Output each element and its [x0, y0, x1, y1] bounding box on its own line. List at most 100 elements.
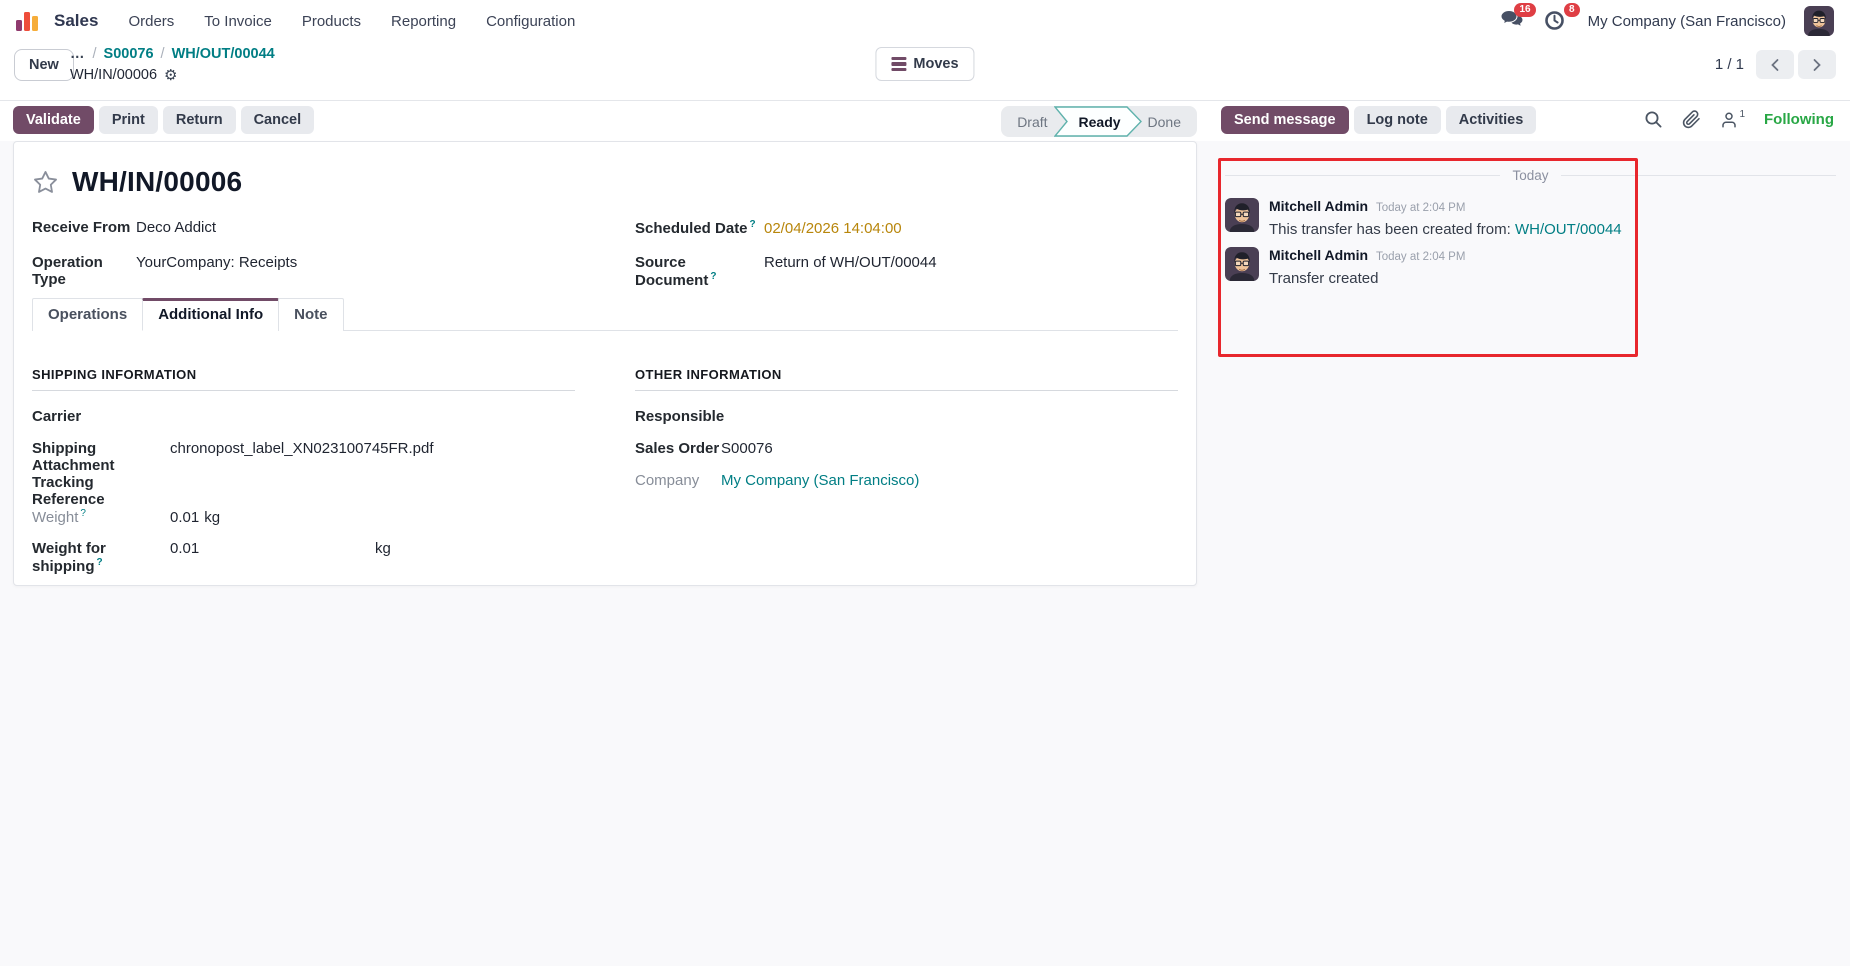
weight-value[interactable]: 0.01	[170, 509, 199, 526]
shipping-attachment-label: Shipping Attachment	[32, 440, 115, 474]
action-row: Validate Print Return Cancel Draft Ready…	[0, 101, 1850, 141]
header-fields: Receive From Deco Addict Operation Type …	[32, 219, 1178, 289]
validate-button[interactable]: Validate	[13, 106, 94, 134]
field-tracking-reference: Tracking Reference	[32, 474, 575, 508]
page-title: WH/IN/00006	[72, 166, 243, 197]
help-icon: ?	[749, 219, 756, 230]
new-button[interactable]: New	[14, 49, 74, 81]
chatter-tools: 1 Following	[1644, 109, 1834, 129]
scheduled-date-label: Scheduled Date?	[635, 219, 756, 237]
moves-lines-icon	[891, 56, 907, 72]
receive-from-label: Receive From	[32, 219, 131, 236]
date-divider: Today	[1225, 168, 1836, 183]
source-document-value[interactable]: Return of WH/OUT/00044	[764, 254, 937, 271]
other-information-section: OTHER INFORMATION Responsible Sales Orde…	[635, 367, 1178, 575]
breadcrumb-current: WH/IN/00006	[70, 67, 158, 83]
breadcrumb-link-s00076[interactable]: S00076	[104, 45, 154, 64]
company-value-link[interactable]: My Company (San Francisco)	[721, 472, 919, 489]
pager-next-button[interactable]	[1798, 50, 1836, 79]
moves-smart-button[interactable]: Moves	[875, 47, 975, 81]
weight-unit: kg	[204, 509, 221, 526]
message-avatar[interactable]	[1225, 247, 1259, 281]
activities-icon[interactable]: 8	[1544, 3, 1580, 32]
field-source-document: Source Document? Return of WH/OUT/00044	[635, 254, 1178, 289]
send-message-button[interactable]: Send message	[1221, 106, 1349, 134]
activities-badge: 8	[1564, 3, 1580, 17]
tab-note[interactable]: Note	[278, 298, 344, 331]
search-icon	[1645, 111, 1662, 128]
scheduled-date-value[interactable]: 02/04/2026 14:04:00	[764, 220, 902, 237]
form-sheet: WH/IN/00006 Receive From Deco Addict Ope…	[13, 141, 1197, 586]
source-document-label: Source Document?	[635, 254, 717, 289]
gear-icon[interactable]: ⚙	[164, 68, 177, 83]
breadcrumb-link-whout00044[interactable]: WH/OUT/00044	[172, 45, 275, 64]
record-actions: Validate Print Return Cancel	[13, 106, 315, 134]
print-button[interactable]: Print	[98, 106, 158, 134]
sales-order-label: Sales Order	[635, 440, 720, 457]
followers-button[interactable]: 1	[1720, 109, 1745, 129]
breadcrumb: … / S00076 / WH/OUT/00044 WH/IN/00006 ⚙	[70, 45, 275, 85]
messages-icon[interactable]: 16	[1500, 3, 1536, 32]
apps-menu-icon[interactable]	[16, 11, 38, 31]
menu-to-invoice[interactable]: To Invoice	[204, 13, 272, 30]
message: Mitchell Admin Today at 2:04 PM This tra…	[1225, 198, 1836, 240]
messages-badge: 16	[1514, 3, 1536, 17]
person-icon	[1722, 112, 1737, 127]
company-switcher[interactable]: My Company (San Francisco)	[1588, 13, 1786, 30]
tab-additional-info[interactable]: Additional Info	[142, 298, 280, 331]
attach-files-button[interactable]	[1682, 110, 1701, 129]
pager: 1 / 1	[1715, 50, 1836, 79]
message-record-link[interactable]: WH/OUT/00044	[1515, 221, 1622, 238]
weight-for-shipping-label: Weight for shipping?	[32, 540, 106, 575]
search-messages-button[interactable]	[1644, 110, 1663, 129]
user-avatar[interactable]	[1804, 6, 1834, 36]
message-author[interactable]: Mitchell Admin	[1269, 198, 1368, 214]
paperclip-icon	[1683, 110, 1701, 129]
breadcrumb-ellipsis[interactable]: …	[70, 45, 86, 64]
message-text: Transfer created	[1269, 270, 1379, 287]
log-note-button[interactable]: Log note	[1353, 106, 1441, 134]
app-name-sales[interactable]: Sales	[54, 11, 98, 31]
menu-products[interactable]: Products	[302, 13, 361, 30]
field-sales-order: Sales Order S00076	[635, 440, 1178, 472]
tab-operations[interactable]: Operations	[32, 298, 144, 331]
following-toggle[interactable]: Following	[1764, 111, 1834, 128]
statusbar: Draft Ready Done	[1001, 106, 1197, 137]
message-thread: Mitchell Admin Today at 2:04 PM This tra…	[1225, 198, 1836, 289]
other-information-heading: OTHER INFORMATION	[635, 367, 1178, 391]
content-area: WH/IN/00006 Receive From Deco Addict Ope…	[0, 141, 1850, 966]
clock-icon	[1544, 11, 1564, 30]
company-label: Company	[635, 472, 700, 489]
field-scheduled-date: Scheduled Date? 02/04/2026 14:04:00	[635, 219, 1178, 254]
activities-button[interactable]: Activities	[1445, 106, 1537, 134]
menu-orders[interactable]: Orders	[128, 13, 174, 30]
favorite-star-icon[interactable]	[32, 169, 59, 196]
receive-from-value[interactable]: Deco Addict	[136, 219, 216, 236]
pager-counter: 1 / 1	[1714, 56, 1744, 73]
sales-order-value[interactable]: S00076	[721, 440, 773, 457]
date-divider-label: Today	[1512, 168, 1549, 183]
chatter-panel: Today Mitchell Admin Today at 2:04 PM Th…	[1209, 141, 1850, 966]
field-carrier: Carrier	[32, 408, 575, 440]
shipping-information-section: SHIPPING INFORMATION Carrier Shipping At…	[32, 367, 575, 575]
field-operation-type: Operation Type YourCompany: Receipts	[32, 254, 575, 289]
menu-reporting[interactable]: Reporting	[391, 13, 456, 30]
message-avatar[interactable]	[1225, 198, 1259, 232]
status-step-ready[interactable]: Ready	[1053, 106, 1142, 137]
chevron-left-icon	[1771, 58, 1779, 71]
menu-configuration[interactable]: Configuration	[486, 13, 575, 30]
shipping-information-heading: SHIPPING INFORMATION	[32, 367, 575, 391]
weight-for-shipping-value[interactable]: 0.01	[170, 540, 375, 557]
carrier-label: Carrier	[32, 408, 82, 425]
operation-type-value[interactable]: YourCompany: Receipts	[136, 254, 297, 271]
weight-for-shipping-unit: kg	[375, 540, 391, 557]
cancel-button[interactable]: Cancel	[240, 106, 315, 134]
message-author[interactable]: Mitchell Admin	[1269, 247, 1368, 263]
responsible-label: Responsible	[635, 408, 725, 425]
field-responsible: Responsible	[635, 408, 1178, 440]
pager-previous-button[interactable]	[1756, 50, 1794, 79]
operation-type-label: Operation Type	[32, 254, 103, 288]
shipping-attachment-value[interactable]: chronopost_label_XN023100745FR.pdf	[170, 440, 434, 457]
message-text: This transfer has been created from: WH/…	[1269, 221, 1622, 238]
return-button[interactable]: Return	[162, 106, 236, 134]
